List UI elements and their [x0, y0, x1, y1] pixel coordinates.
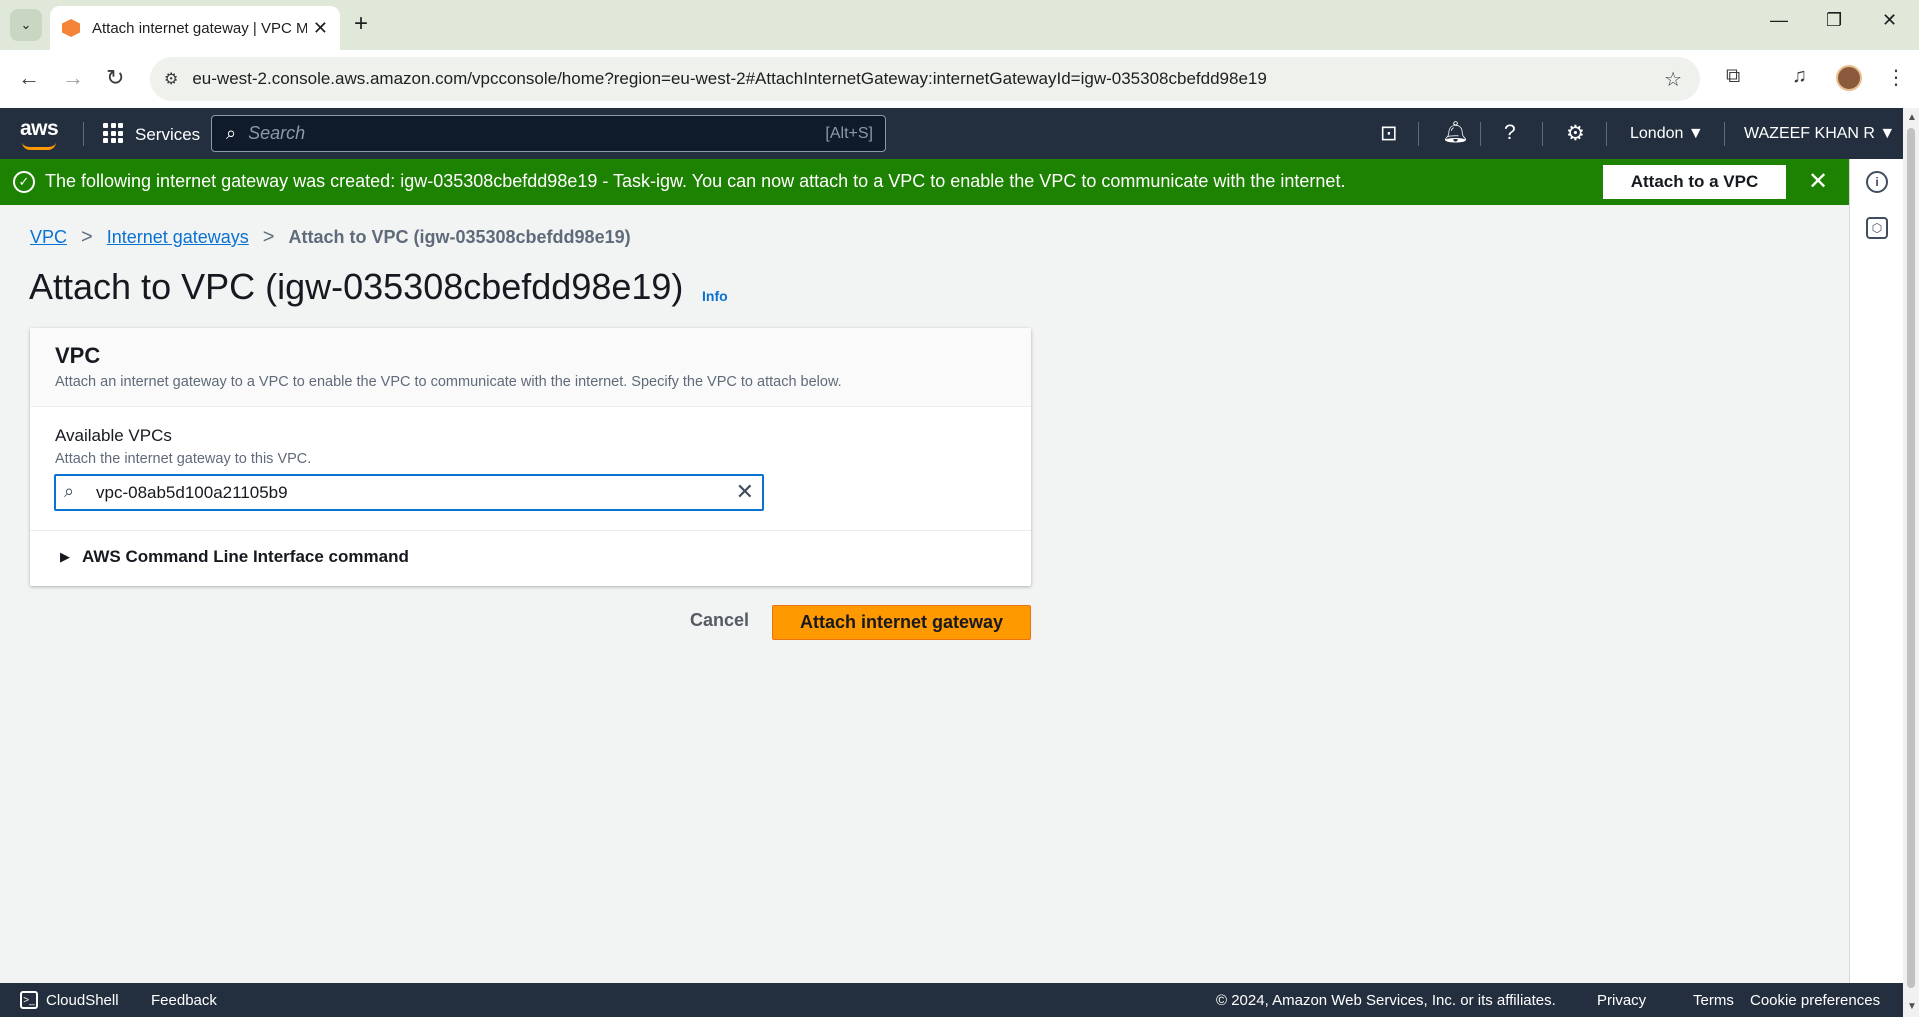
nav-divider	[83, 122, 84, 146]
breadcrumb-vpc[interactable]: VPC	[30, 227, 67, 248]
vpc-search-input[interactable]: ⌕ vpc-08ab5d100a21105b9 ✕	[54, 474, 764, 511]
panel-divider	[30, 530, 1031, 531]
flashbar-close-icon[interactable]: ✕	[1808, 167, 1828, 196]
search-icon: ⌕	[64, 481, 75, 501]
site-info-icon[interactable]: ⚙	[164, 69, 178, 89]
footer-cloudshell[interactable]: CloudShell	[46, 992, 119, 1009]
vpc-container: VPC Attach an internet gateway to a VPC …	[30, 328, 1031, 586]
region-selector[interactable]: London ▼	[1630, 125, 1704, 143]
available-vpcs-description: Attach the internet gateway to this VPC.	[55, 451, 312, 467]
success-check-icon: ✓	[13, 171, 35, 193]
cloudshell-icon[interactable]: ⊡	[1380, 121, 1398, 146]
services-grid-icon[interactable]	[103, 123, 123, 143]
nav-divider	[1480, 122, 1481, 146]
info-panel-icon[interactable]: i	[1866, 171, 1888, 193]
aws-favicon-icon	[62, 19, 80, 37]
panel-title: VPC	[55, 343, 101, 368]
panel-header: VPC Attach an internet gateway to a VPC …	[30, 328, 1031, 407]
media-controls-icon[interactable]: ♫	[1792, 65, 1807, 88]
browser-address-bar: ← → ↻ ⚙ eu-west-2.console.aws.amazon.com…	[0, 50, 1919, 108]
tab-search-chevron-icon[interactable]: ⌄	[10, 9, 42, 41]
chevron-right-icon: >	[262, 226, 275, 248]
bookmark-star-icon[interactable]: ☆	[1664, 67, 1682, 92]
forward-icon[interactable]: →	[62, 65, 84, 91]
cli-command-label: AWS Command Line Interface command	[82, 547, 409, 566]
cloudshell-icon: >_	[20, 991, 38, 1009]
tab-title: Attach internet gateway | VPC M	[92, 19, 307, 37]
search-shortcut: [Alt+S]	[825, 125, 873, 142]
console-footer: >_ CloudShell Feedback © 2024, Amazon We…	[0, 983, 1903, 1017]
reload-icon[interactable]: ↻	[106, 65, 124, 91]
cancel-button[interactable]: Cancel	[690, 610, 749, 631]
notifications-bell-icon[interactable]: 🔔︎	[1442, 121, 1469, 145]
clear-input-icon[interactable]: ✕	[736, 479, 754, 505]
aws-top-nav: aws Services ⌕ Search [Alt+S] ⊡ 🔔︎ ? ⚙ L…	[0, 108, 1903, 159]
info-link[interactable]: Info	[702, 288, 728, 304]
aws-logo[interactable]: aws	[20, 117, 59, 141]
available-vpcs-label: Available VPCs	[55, 426, 172, 445]
footer-copyright: © 2024, Amazon Web Services, Inc. or its…	[1216, 992, 1556, 1009]
help-icon[interactable]: ?	[1504, 121, 1516, 145]
minimize-icon[interactable]: —	[1770, 10, 1788, 31]
aws-logo-smile	[22, 142, 56, 150]
scroll-down-icon[interactable]: ▼	[1907, 1001, 1917, 1012]
flashbar-message: The following internet gateway was creat…	[45, 171, 1346, 191]
vpc-input-value: vpc-08ab5d100a21105b9	[96, 483, 288, 502]
url-text: eu-west-2.console.aws.amazon.com/vpccons…	[192, 69, 1267, 88]
nav-divider	[1724, 122, 1725, 146]
extensions-icon[interactable]: ⧉	[1726, 65, 1740, 88]
url-field[interactable]: ⚙ eu-west-2.console.aws.amazon.com/vpcco…	[150, 57, 1700, 101]
cli-command-expander[interactable]: ▶ AWS Command Line Interface command	[60, 547, 409, 567]
panel-description: Attach an internet gateway to a VPC to e…	[55, 374, 842, 390]
caret-right-icon: ▶	[60, 549, 70, 564]
scroll-thumb[interactable]	[1907, 128, 1915, 988]
settings-gear-icon[interactable]: ⚙	[1566, 121, 1585, 146]
scroll-up-icon[interactable]: ▲	[1907, 112, 1917, 123]
footer-privacy[interactable]: Privacy	[1597, 992, 1646, 1009]
browser-tab-bar: ⌄ Attach internet gateway | VPC M ✕ + — …	[0, 0, 1919, 50]
tab-close-icon[interactable]: ✕	[313, 18, 328, 39]
shield-help-icon[interactable]: ⬡	[1866, 217, 1888, 239]
success-flashbar: ✓ The following internet gateway was cre…	[0, 159, 1849, 205]
search-icon: ⌕	[226, 123, 237, 143]
aws-search-input[interactable]: ⌕ Search [Alt+S]	[211, 115, 886, 152]
account-menu[interactable]: WAZEEF KHAN R ▼	[1744, 125, 1895, 143]
footer-feedback[interactable]: Feedback	[151, 992, 217, 1009]
breadcrumb-current: Attach to VPC (igw-035308cbefdd98e19)	[288, 227, 631, 247]
window-close-icon[interactable]: ✕	[1882, 10, 1897, 31]
chevron-right-icon: >	[81, 226, 93, 248]
nav-divider	[1418, 122, 1419, 146]
breadcrumb: VPC > Internet gateways > Attach to VPC …	[30, 226, 631, 249]
page-title: Attach to VPC (igw-035308cbefdd98e19)	[29, 266, 684, 307]
browser-menu-icon[interactable]: ⋮	[1886, 65, 1906, 90]
profile-avatar[interactable]	[1836, 65, 1862, 91]
breadcrumb-internet-gateways[interactable]: Internet gateways	[107, 227, 249, 248]
attach-internet-gateway-button[interactable]: Attach internet gateway	[772, 605, 1031, 640]
footer-terms[interactable]: Terms	[1693, 992, 1734, 1009]
browser-tab[interactable]: Attach internet gateway | VPC M ✕	[50, 6, 340, 50]
search-placeholder: Search	[248, 123, 306, 143]
tools-side-rail: i ⬡	[1849, 159, 1903, 983]
restore-icon[interactable]: ❐	[1826, 10, 1842, 31]
footer-cookie-preferences[interactable]: Cookie preferences	[1750, 992, 1880, 1009]
attach-to-vpc-button[interactable]: Attach to a VPC	[1603, 165, 1786, 199]
services-menu[interactable]: Services	[135, 125, 200, 145]
page-scrollbar[interactable]: ▲ ▼	[1903, 108, 1919, 1017]
nav-divider	[1606, 122, 1607, 146]
nav-divider	[1542, 122, 1543, 146]
back-icon[interactable]: ←	[18, 65, 40, 91]
new-tab-icon[interactable]: +	[354, 10, 368, 38]
